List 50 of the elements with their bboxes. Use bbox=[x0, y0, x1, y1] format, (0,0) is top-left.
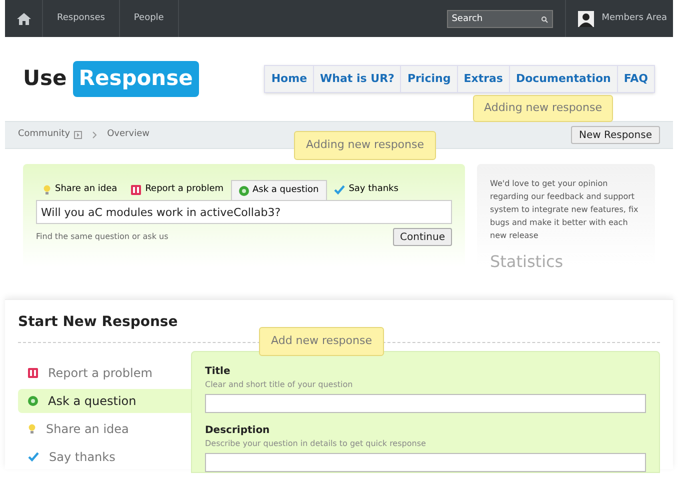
tooltip: Adding new response bbox=[473, 95, 613, 122]
field-label: Title bbox=[205, 365, 232, 379]
breadcrumb-text: Overview bbox=[107, 128, 150, 142]
info-text: We'd love to get your opinion regarding our feedback and support system to integrate new features, fix bugs and make it better with each new release bbox=[490, 178, 640, 242]
hint-text: Find the same question or ask us bbox=[36, 231, 168, 243]
chevron-icon bbox=[92, 131, 98, 139]
nav-tab[interactable]: Home bbox=[265, 66, 314, 92]
tab[interactable]: Say thanks bbox=[326, 180, 406, 200]
logo-text: Use bbox=[23, 65, 67, 92]
home-icon[interactable] bbox=[16, 12, 30, 24]
lightbulb-icon bbox=[28, 424, 36, 434]
field-hint: Describe your question in details to get quick response bbox=[205, 438, 427, 450]
tab[interactable]: Report a problem bbox=[124, 180, 230, 200]
tab[interactable]: Share an idea bbox=[36, 180, 124, 200]
statistics-heading: Statistics bbox=[490, 251, 564, 273]
search-field[interactable]: Search bbox=[446, 10, 553, 28]
nav-tab[interactable]: Pricing bbox=[400, 66, 457, 92]
field-hint: Clear and short title of your question bbox=[205, 379, 354, 391]
question-field[interactable]: Will you aC modules work in activeCollab3? bbox=[36, 200, 452, 224]
checkmark-icon bbox=[334, 185, 345, 195]
new-response-button[interactable]: New Response bbox=[570, 126, 660, 144]
continue-button[interactable]: Continue bbox=[393, 228, 452, 246]
search-icon[interactable] bbox=[540, 16, 548, 22]
alert-icon bbox=[28, 368, 38, 378]
category-item[interactable]: Report a problem bbox=[18, 361, 191, 385]
nav-tab[interactable]: FAQ bbox=[616, 66, 654, 92]
lightbulb-icon bbox=[43, 185, 51, 195]
tooltip: Add new response bbox=[259, 327, 384, 356]
nav-tab[interactable]: Documentation bbox=[508, 66, 617, 92]
nav-link[interactable]: People bbox=[120, 0, 179, 37]
input-field[interactable] bbox=[205, 453, 646, 472]
alert-icon bbox=[131, 185, 142, 195]
tab[interactable]: Ask a question bbox=[230, 180, 327, 200]
members-area-link[interactable]: Members Area bbox=[602, 12, 667, 26]
avatar-icon bbox=[578, 10, 594, 26]
breadcrumb-link[interactable]: Community bbox=[18, 128, 70, 142]
input-field[interactable] bbox=[205, 394, 646, 413]
tooltip: Adding new response bbox=[294, 131, 436, 160]
question-icon bbox=[28, 396, 38, 406]
checkmark-icon bbox=[28, 452, 39, 462]
category-item[interactable]: Say thanks bbox=[18, 445, 191, 469]
nav-link[interactable]: Responses bbox=[43, 0, 120, 37]
field-label: Description bbox=[205, 424, 271, 438]
logo-bubble: Response bbox=[72, 61, 199, 97]
category-item[interactable]: Ask a question bbox=[18, 389, 191, 413]
nav-tab[interactable]: Extras bbox=[456, 66, 509, 92]
nav-tab[interactable]: What is UR? bbox=[313, 66, 400, 92]
question-icon bbox=[238, 186, 248, 196]
dropdown-icon[interactable] bbox=[74, 131, 82, 139]
category-item[interactable]: Share an idea bbox=[18, 417, 191, 441]
